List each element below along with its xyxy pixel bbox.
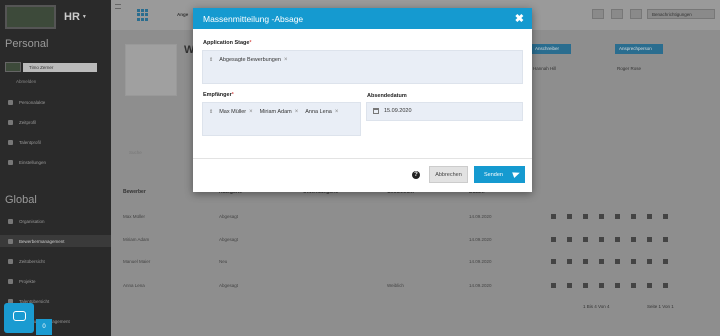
chat-bubble-icon	[13, 311, 26, 321]
star-icon	[8, 139, 13, 145]
sort-arrows-icon: ⇕	[209, 57, 214, 63]
profile-photo-placeholder[interactable]	[125, 44, 177, 96]
recipient-chip: Max Müller ×	[219, 109, 253, 115]
stage-chip: Abgesagte Bewerbungen ×	[219, 57, 288, 63]
help-icon[interactable]	[611, 9, 623, 19]
menu-icon[interactable]	[115, 4, 121, 9]
sidebar-item-bewerbermanagement[interactable]: Bewerbermanagement	[0, 235, 111, 247]
print-icon[interactable]	[592, 9, 604, 19]
user-row: Timo Zerner	[5, 62, 97, 72]
sidebar-item-zeitubersicht[interactable]: Zeitübersicht	[8, 255, 108, 267]
anschreiber-value: Hannah Hill	[533, 66, 557, 71]
chat-badge[interactable]: 0	[36, 319, 52, 335]
send-button[interactable]: Senden	[474, 166, 525, 183]
clock-icon	[8, 258, 13, 264]
cancel-button[interactable]: Abbrechen	[429, 166, 468, 183]
row-actions[interactable]	[551, 283, 668, 288]
settings-icon[interactable]	[630, 9, 642, 19]
notifications-button[interactable]: Benachrichtigungen	[647, 9, 715, 19]
dialog-header: Massenmitteilung -Absage	[193, 8, 532, 29]
row-actions[interactable]	[551, 214, 668, 219]
remove-chip-icon[interactable]: ×	[284, 57, 288, 63]
folder-icon	[8, 278, 13, 284]
apps-grid-icon[interactable]	[137, 9, 149, 21]
table-row[interactable]: Manuel Maier Neu 14.09.2020	[123, 257, 703, 267]
chat-button[interactable]	[4, 303, 34, 333]
sidebar-item-organisation[interactable]: Organisation	[8, 215, 108, 227]
sidebar-item-personalakte[interactable]: Personalakte	[8, 96, 108, 108]
table-row[interactable]: Anna Lena Abgesagt Weiblich 14.09.2020	[123, 281, 703, 291]
table-row[interactable]: Max Müller Abgesagt 14.09.2020	[123, 212, 703, 222]
brand: HR ▼	[0, 0, 111, 33]
avatar[interactable]	[5, 62, 21, 72]
remove-chip-icon[interactable]: ×	[249, 109, 253, 115]
send-date-input[interactable]: 15.09.2020	[366, 102, 523, 121]
recipient-chip: Miriam Adam ×	[259, 109, 299, 115]
remove-chip-icon[interactable]: ×	[295, 109, 299, 115]
question-icon[interactable]: ?	[412, 171, 420, 179]
footer-divider	[193, 158, 532, 159]
gear-icon	[8, 159, 13, 165]
org-icon	[8, 218, 13, 224]
recipients-label: Empfänger*	[203, 92, 234, 98]
section-title-global: Global	[5, 194, 37, 206]
ansprechperson-button[interactable]: Ansprechperson	[615, 44, 663, 54]
row-actions[interactable]	[551, 237, 668, 242]
module-switcher[interactable]: HR	[64, 11, 80, 23]
page-indicator: Seite 1 Von 1	[647, 304, 674, 309]
company-logo[interactable]	[5, 4, 56, 29]
recipients-select[interactable]: ⇕ Max Müller × Miriam Adam × Anna Lena ×	[202, 102, 361, 136]
close-icon[interactable]: ✖	[515, 12, 524, 25]
send-date-label: Absendedatum	[367, 93, 407, 99]
ansprechperson-value: Roger Rose	[617, 66, 642, 71]
logout-link[interactable]: Abmelden	[16, 79, 36, 84]
section-title-personal: Personal	[5, 38, 49, 50]
sidebar-item-einstellungen[interactable]: Einstellungen	[8, 156, 108, 168]
file-icon	[8, 99, 13, 105]
dialog-title: Massenmitteilung -Absage	[203, 13, 304, 24]
sidebar-item-projekte[interactable]: Projekte	[8, 275, 108, 287]
sidebar: HR ▼ Personal Timo Zerner Abmelden Perso…	[0, 0, 111, 336]
sidebar-item-talentprofil[interactable]: Talentprofil	[8, 136, 108, 148]
user-icon	[8, 238, 13, 244]
search-input[interactable]: Suche	[129, 150, 142, 155]
table-row[interactable]: Miriam Adam Abgesagt 14.09.2020	[123, 235, 703, 245]
remove-chip-icon[interactable]: ×	[335, 109, 339, 115]
chevron-down-icon[interactable]: ▼	[82, 14, 87, 20]
clock-icon	[8, 119, 13, 125]
user-name: Timo Zerner	[23, 62, 97, 72]
col-bewerber[interactable]: Bewerber	[123, 189, 146, 195]
paper-plane-icon	[512, 169, 521, 179]
mass-notification-dialog: Massenmitteilung -Absage ✖ Application S…	[193, 8, 532, 192]
anschreiber-button[interactable]: Anschreiber	[531, 44, 571, 54]
sidebar-item-zeitprofil[interactable]: Zeitprofil	[8, 116, 108, 128]
pagination-info: 1 Bis 4 Von 4	[583, 304, 610, 309]
calendar-icon[interactable]	[373, 108, 379, 114]
sort-arrows-icon: ⇕	[209, 109, 214, 115]
recipient-chip: Anna Lena ×	[305, 109, 339, 115]
application-stage-label: Application Stage*	[203, 40, 252, 46]
application-stage-select[interactable]: ⇕ Abgesagte Bewerbungen ×	[202, 50, 523, 84]
breadcrumb[interactable]: Ange	[177, 12, 188, 17]
row-actions[interactable]	[551, 259, 668, 264]
